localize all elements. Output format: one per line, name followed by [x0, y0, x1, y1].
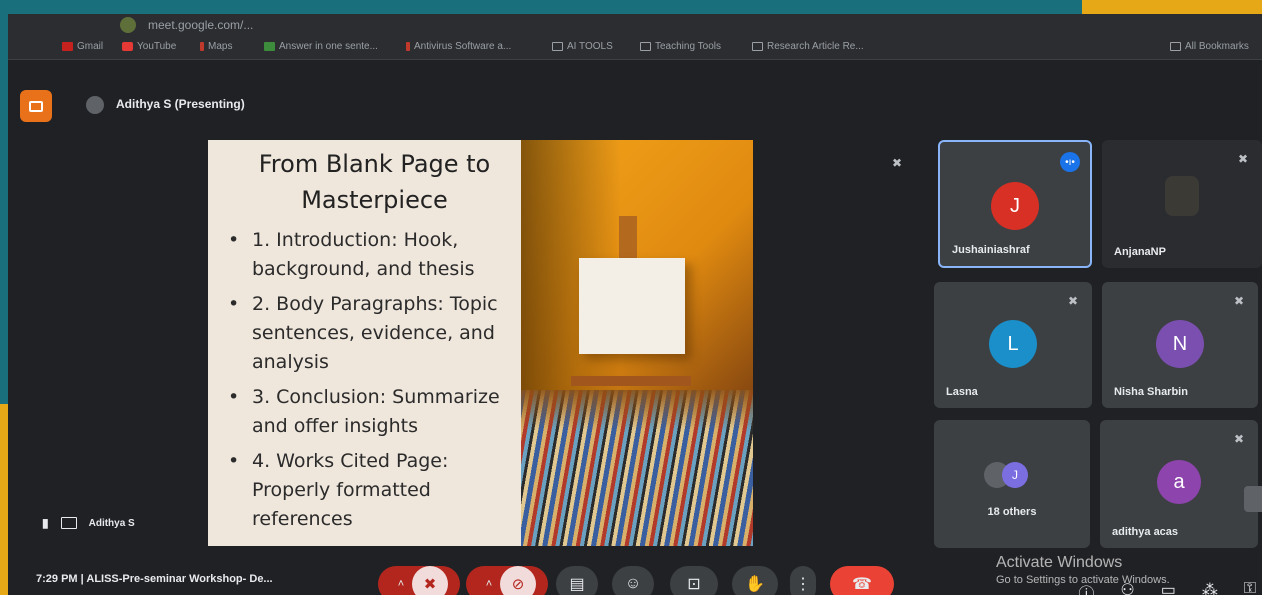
others-tile[interactable]: J 18 others: [934, 420, 1090, 548]
photo-frame-top: [0, 0, 1262, 14]
folder-icon: [552, 42, 563, 51]
presenting-banner: Adithya S (Presenting): [8, 84, 1262, 124]
easel-ledge: [571, 376, 691, 386]
site-favicon-icon: [120, 17, 136, 33]
slide-bullet: 4. Works Cited Page: Properly formatted …: [226, 447, 511, 534]
camera-off-icon[interactable]: ⊘: [500, 566, 536, 595]
hand-icon: ✋: [745, 576, 765, 593]
emoji-icon: ☺: [624, 575, 642, 592]
mic-off-icon: ✖: [1233, 294, 1244, 308]
mic-off-icon: ✖: [1233, 432, 1244, 446]
lock-icon[interactable]: ⚿: [1244, 580, 1256, 595]
info-icon[interactable]: ⓘ: [1078, 580, 1094, 595]
folder-icon: [640, 42, 651, 51]
folder-icon: [752, 42, 763, 51]
bookmark-teaching-tools[interactable]: Teaching Tools: [640, 41, 721, 52]
mic-off-icon: ✖: [1237, 152, 1248, 166]
blank-canvas: [579, 258, 685, 354]
participant-name: AnjanaNP: [1114, 246, 1166, 258]
presenter-avatar: [86, 96, 104, 114]
right-controls: ⓘ ⚇ ▭ ⁂ ⚿: [1078, 580, 1256, 595]
avatar-photo: [1165, 176, 1199, 216]
screen: meet.google.com/... Gmail YouTube Maps A…: [8, 14, 1262, 595]
bookmark-research[interactable]: Research Article Re...: [752, 41, 864, 52]
slide-title: From Blank Page to Masterpiece: [258, 150, 491, 214]
bookmark-ai-tools[interactable]: AI TOOLS: [552, 41, 613, 52]
avatar: J: [991, 182, 1039, 230]
bookmark-gmail[interactable]: Gmail: [62, 41, 103, 52]
bookmarks-bar: Gmail YouTube Maps Answer in one sente..…: [8, 36, 1262, 60]
raise-hand-button[interactable]: ✋: [732, 566, 778, 595]
pin-icon[interactable]: ▮: [42, 516, 49, 530]
chevron-up-icon[interactable]: ˄: [390, 578, 412, 590]
participant-name: Lasna: [946, 386, 978, 398]
others-count: 18 others: [987, 506, 1037, 518]
maps-icon: [200, 42, 204, 51]
url-text[interactable]: meet.google.com/...: [148, 18, 253, 32]
speaking-indicator-icon: •ı•: [1060, 152, 1080, 172]
activities-icon[interactable]: ⁂: [1202, 580, 1218, 595]
presenter-name: Adithya S: [88, 517, 135, 529]
present-screen-icon: ⊡: [687, 576, 701, 593]
captions-icon: ▤: [569, 576, 585, 593]
participant-tile[interactable]: •ı• J Jushainiashraf: [938, 140, 1092, 268]
screen-share-icon: [60, 517, 77, 529]
photo-frame-left: [0, 14, 8, 595]
participant-name: Jushainiashraf: [952, 244, 1030, 256]
clock: 7:29 PM: [36, 573, 78, 585]
shared-slide: From Blank Page to Masterpiece 1. Introd…: [208, 140, 753, 546]
more-options-button[interactable]: ⋮: [790, 566, 816, 595]
mic-off-icon: ✖: [892, 156, 903, 170]
slide-easel-image: [521, 140, 753, 546]
meeting-info: 7:29 PM | ALISS-Pre-seminar Workshop- De…: [36, 573, 273, 585]
app-icon: [264, 42, 275, 51]
presenter-tile-label: ▮ Adithya S: [42, 516, 135, 530]
participant-name: Nisha Sharbin: [1114, 386, 1188, 398]
presenter-banner-name: Adithya S (Presenting): [116, 97, 245, 111]
participant-tile[interactable]: ✖ L Lasna: [934, 282, 1092, 408]
stop-presenting-icon[interactable]: [20, 90, 52, 122]
easel-clip: [619, 216, 637, 260]
bookmark-all[interactable]: All Bookmarks: [1170, 41, 1249, 52]
side-panel-toggle[interactable]: [1244, 486, 1262, 512]
emoji-button[interactable]: ☺: [612, 566, 654, 595]
gmail-icon: [62, 42, 73, 51]
present-button[interactable]: ⊡: [670, 566, 718, 595]
avatar: a: [1157, 460, 1201, 504]
avatar: J: [1002, 462, 1028, 488]
leave-call-button[interactable]: ☎: [830, 566, 894, 595]
bookmark-maps[interactable]: Maps: [200, 41, 232, 52]
chat-icon[interactable]: ▭: [1161, 580, 1176, 595]
mic-off-icon: ✖: [1067, 294, 1078, 308]
avatar: L: [989, 320, 1037, 368]
camera-control[interactable]: ˄ ⊘: [466, 566, 548, 595]
slide-bullet: 3. Conclusion: Summarize and offer insig…: [226, 383, 511, 441]
mic-off-icon[interactable]: ✖: [412, 566, 448, 595]
slide-text-panel: From Blank Page to Masterpiece 1. Introd…: [208, 140, 521, 546]
participant-tile[interactable]: ✖ N Nisha Sharbin: [1102, 282, 1258, 408]
bookmark-antivirus[interactable]: Antivirus Software a...: [406, 41, 511, 52]
end-call-icon: ☎: [852, 576, 872, 593]
slide-bullet: 1. Introduction: Hook, background, and t…: [226, 226, 511, 284]
chevron-up-icon[interactable]: ˄: [478, 578, 500, 590]
address-bar[interactable]: meet.google.com/...: [8, 14, 1262, 36]
slide-bullet: 2. Body Paragraphs: Topic sentences, evi…: [226, 290, 511, 377]
avatar: N: [1156, 320, 1204, 368]
mic-control[interactable]: ˄ ✖: [378, 566, 460, 595]
youtube-icon: [122, 42, 133, 51]
people-icon[interactable]: ⚇: [1120, 580, 1134, 595]
more-vert-icon: ⋮: [795, 576, 811, 593]
bookmark-answer[interactable]: Answer in one sente...: [264, 41, 378, 52]
participant-name: adithya acas: [1112, 526, 1179, 538]
bookmark-youtube[interactable]: YouTube: [122, 41, 176, 52]
participant-tile[interactable]: ✖ a adithya acas: [1100, 420, 1258, 548]
antivirus-icon: [406, 42, 410, 51]
participant-tile[interactable]: ✖ AnjanaNP: [1102, 140, 1262, 268]
folder-icon: [1170, 42, 1181, 51]
captions-button[interactable]: ▤: [556, 566, 598, 595]
meeting-title: ALISS-Pre-seminar Workshop- De...: [86, 573, 273, 585]
slide-bullet-list: 1. Introduction: Hook, background, and t…: [226, 226, 511, 534]
